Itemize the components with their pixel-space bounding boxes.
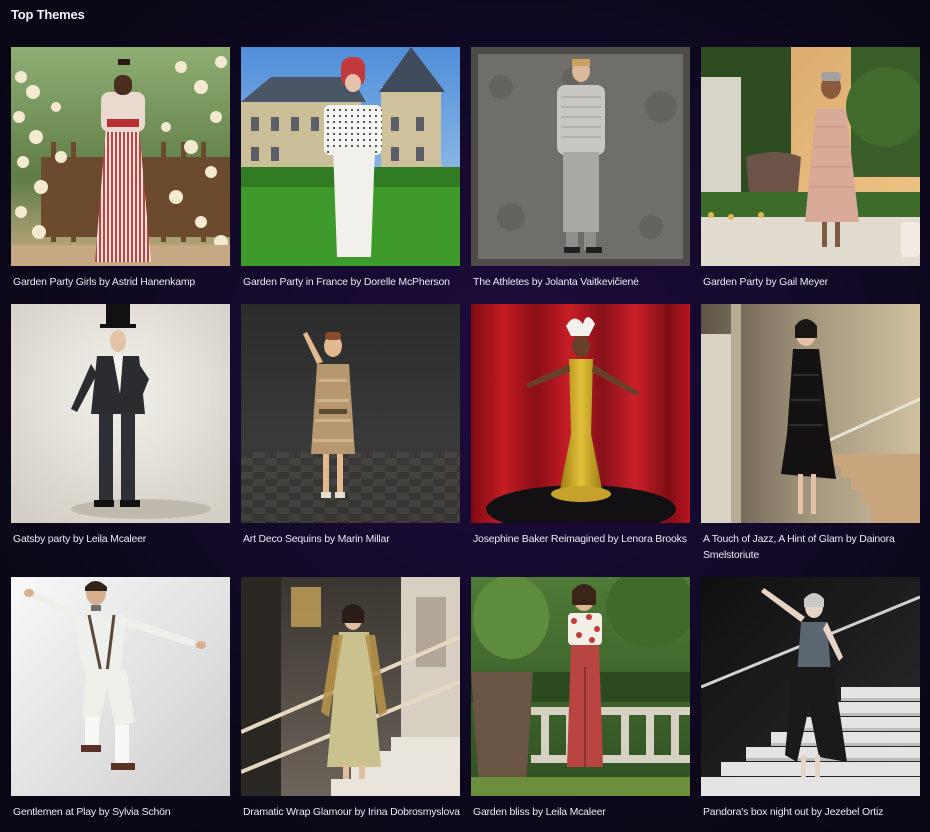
theme-card-gentlemen-at-play[interactable]: Gentlemen at Play by Sylvia Schön: [11, 577, 230, 820]
theme-caption[interactable]: Garden Party in France by Dorelle McPher…: [243, 274, 460, 290]
theme-card-garden-bliss[interactable]: Garden bliss by Leila Mcaleer: [471, 577, 690, 820]
theme-caption[interactable]: A Touch of Jazz, A Hint of Glam by Daino…: [703, 531, 920, 563]
theme-caption[interactable]: Josephine Baker Reimagined by Lenora Bro…: [473, 531, 690, 547]
theme-thumbnail[interactable]: [241, 304, 460, 523]
theme-thumbnail[interactable]: [241, 47, 460, 266]
theme-caption[interactable]: The Athletes by Jolanta Vaitkevičienė: [473, 274, 690, 290]
theme-caption[interactable]: Pandora's box night out by Jezebel Ortiz: [703, 804, 920, 820]
theme-caption[interactable]: Dramatic Wrap Glamour by Irina Dobrosmys…: [243, 804, 460, 820]
theme-card-dramatic-wrap-glamour[interactable]: Dramatic Wrap Glamour by Irina Dobrosmys…: [241, 577, 460, 820]
theme-card-the-athletes[interactable]: The Athletes by Jolanta Vaitkevičienė: [471, 47, 690, 290]
theme-thumbnail[interactable]: [471, 47, 690, 266]
theme-thumbnail[interactable]: [11, 47, 230, 266]
theme-card-garden-party-france[interactable]: Garden Party in France by Dorelle McPher…: [241, 47, 460, 290]
theme-card-gatsby-party[interactable]: Gatsby party by Leila Mcaleer: [11, 304, 230, 547]
theme-caption[interactable]: Garden bliss by Leila Mcaleer: [473, 804, 690, 820]
theme-card-josephine-baker[interactable]: Josephine Baker Reimagined by Lenora Bro…: [471, 304, 690, 547]
theme-card-garden-party-girls[interactable]: Garden Party Girls by Astrid Hanenkamp: [11, 47, 230, 290]
theme-thumbnail[interactable]: [701, 47, 920, 266]
theme-caption[interactable]: Garden Party by Gail Meyer: [703, 274, 920, 290]
theme-thumbnail[interactable]: [11, 577, 230, 796]
theme-thumbnail[interactable]: [471, 304, 690, 523]
theme-caption[interactable]: Garden Party Girls by Astrid Hanenkamp: [13, 274, 230, 290]
theme-thumbnail[interactable]: [11, 304, 230, 523]
theme-card-art-deco-sequins[interactable]: Art Deco Sequins by Marin Millar: [241, 304, 460, 547]
theme-thumbnail[interactable]: [241, 577, 460, 796]
theme-thumbnail[interactable]: [701, 304, 920, 523]
theme-card-garden-party[interactable]: Garden Party by Gail Meyer: [701, 47, 920, 290]
theme-card-touch-of-jazz[interactable]: A Touch of Jazz, A Hint of Glam by Daino…: [701, 304, 920, 563]
theme-thumbnail[interactable]: [701, 577, 920, 796]
theme-caption[interactable]: Gentlemen at Play by Sylvia Schön: [13, 804, 230, 820]
themes-grid: Garden Party Girls by Astrid Hanenkamp G…: [0, 0, 930, 832]
theme-thumbnail[interactable]: [471, 577, 690, 796]
theme-caption[interactable]: Gatsby party by Leila Mcaleer: [13, 531, 230, 547]
theme-caption[interactable]: Art Deco Sequins by Marin Millar: [243, 531, 460, 547]
theme-card-pandoras-box[interactable]: Pandora's box night out by Jezebel Ortiz: [701, 577, 920, 820]
